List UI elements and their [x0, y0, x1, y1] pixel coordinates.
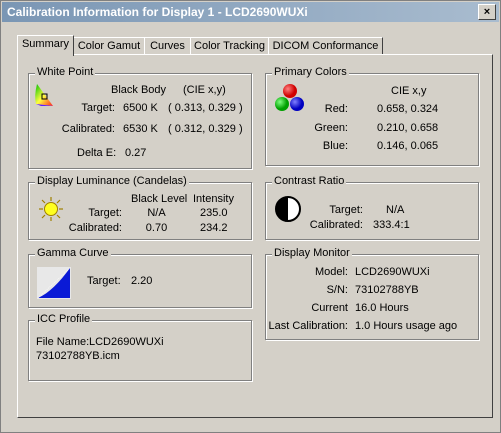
- contrast-target-label: Target:: [329, 204, 363, 216]
- wp-calibrated-temp: 6530 K: [123, 123, 158, 135]
- close-button[interactable]: ×: [478, 4, 496, 20]
- blue-label: Blue:: [322, 140, 348, 152]
- last-calibration-label: Last Calibration:: [268, 320, 349, 332]
- contrast-calibrated-label: Calibrated:: [309, 219, 363, 231]
- red-value: 0.658, 0.324: [377, 103, 439, 115]
- tab-color-gamut[interactable]: Color Gamut: [73, 37, 145, 55]
- white-point-group: White Point Black Body (CIE x,y) Target:…: [28, 66, 252, 169]
- col-black-body: Black Body: [111, 84, 167, 96]
- lum-target-black: N/A: [147, 207, 166, 219]
- primary-colors-group: Primary Colors CIE x,y Red: 0.658, 0.324…: [265, 66, 479, 166]
- icc-file-label: File Name:: [36, 336, 90, 348]
- lum-calibrated-label: Calibrated:: [68, 222, 122, 234]
- current-value: 16.0 Hours: [355, 302, 409, 314]
- gamma-title: Gamma Curve: [35, 247, 111, 259]
- icc-profile-title: ICC Profile: [35, 313, 93, 325]
- display-monitor-group: Display Monitor Model: LCD2690WUXi S/N: …: [265, 247, 479, 340]
- green-value: 0.210, 0.658: [377, 122, 439, 134]
- model-value: LCD2690WUXi: [355, 266, 430, 278]
- current-label: Current: [311, 302, 348, 314]
- contrast-title: Contrast Ratio: [272, 175, 347, 187]
- wp-target-label: Target:: [81, 102, 115, 114]
- serial-label: S/N:: [326, 284, 348, 296]
- contrast-calibrated-value: 333.4:1: [373, 219, 410, 231]
- gamma-curve-icon: [37, 267, 71, 299]
- luminance-title: Display Luminance (Candelas): [35, 175, 189, 187]
- last-calibration-value: 1.0 Hours usage ago: [355, 320, 458, 332]
- delta-e-label: Delta E:: [77, 147, 117, 159]
- wp-calibrated-xy: ( 0.312, 0.329 ): [168, 123, 243, 135]
- display-monitor-title: Display Monitor: [272, 247, 352, 259]
- icc-file-name-line2: 73102788YB.icm: [36, 350, 120, 362]
- tab-dicom-conformance[interactable]: DICOM Conformance: [268, 37, 383, 55]
- delta-e-value: 0.27: [125, 147, 147, 159]
- title-bar[interactable]: Calibration Information for Display 1 - …: [2, 2, 499, 22]
- blue-value: 0.146, 0.065: [377, 140, 439, 152]
- contrast-target-value: N/A: [386, 204, 405, 216]
- wp-calibrated-label: Calibrated:: [61, 123, 115, 135]
- tab-summary[interactable]: Summary: [17, 35, 74, 56]
- contrast-group: Contrast Ratio Target: N/A Calibrated: 3…: [265, 175, 479, 240]
- gamma-group: Gamma Curve Target: 2.20: [28, 247, 252, 308]
- col-intensity: Intensity: [193, 193, 234, 205]
- gamma-target-value: 2.20: [131, 275, 153, 287]
- lum-calibrated-black: 0.70: [145, 222, 168, 234]
- model-label: Model:: [314, 266, 348, 278]
- icc-file-name-line1: LCD2690WUXi: [89, 336, 164, 348]
- white-point-title: White Point: [35, 66, 96, 78]
- red-label: Red:: [324, 103, 348, 115]
- luminance-group: Display Luminance (Candelas) Black Level…: [28, 175, 252, 240]
- col-black-level: Black Level: [131, 193, 188, 205]
- wp-target-temp: 6500 K: [123, 102, 158, 114]
- icc-profile-group: ICC Profile File Name: LCD2690WUXi 73102…: [28, 313, 252, 381]
- tab-curves[interactable]: Curves: [144, 37, 191, 55]
- col-cie-xy: (CIE x,y): [183, 84, 226, 96]
- primary-colors-title: Primary Colors: [272, 66, 349, 78]
- tab-color-tracking[interactable]: Color Tracking: [190, 37, 269, 55]
- green-label: Green:: [314, 122, 348, 134]
- gamma-target-label: Target:: [87, 275, 121, 287]
- lum-calibrated-intensity: 234.2: [200, 222, 228, 234]
- lum-target-label: Target:: [88, 207, 122, 219]
- lum-target-intensity: 235.0: [200, 207, 228, 219]
- calibration-window: Calibration Information for Display 1 - …: [0, 0, 501, 433]
- window-title: Calibration Information for Display 1 - …: [7, 5, 308, 19]
- serial-value: 73102788YB: [355, 284, 419, 296]
- col-primary-cie: CIE x,y: [391, 85, 427, 97]
- wp-target-xy: ( 0.313, 0.329 ): [168, 102, 243, 114]
